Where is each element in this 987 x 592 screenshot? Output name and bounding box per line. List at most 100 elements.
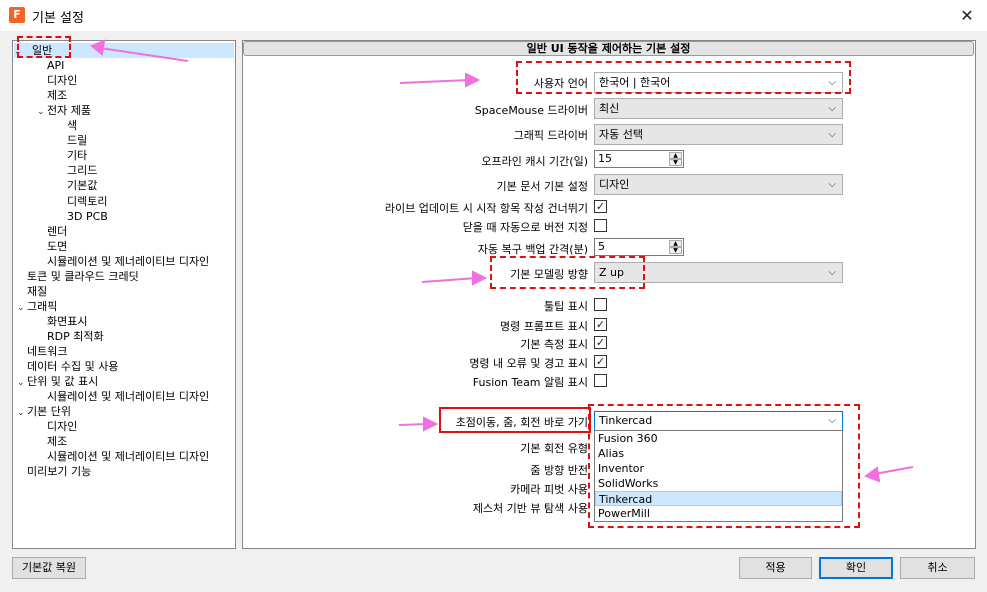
tree-item-label: 디자인 [47, 420, 78, 434]
tree-item-label: 디자인 [47, 74, 78, 88]
spin-down-icon[interactable]: ▼ [669, 247, 682, 254]
tree-item[interactable]: 3D PCB [57, 209, 108, 224]
tree-item[interactable]: 드릴 [57, 133, 87, 148]
tree-item[interactable]: 미리보기 기능 [17, 464, 91, 479]
tree-item[interactable]: ⌄ 전자 제품 [37, 103, 91, 118]
chevron-down-icon: ⌵ [828, 179, 836, 190]
ok-button[interactable]: 확인 [819, 557, 893, 579]
panel-header: 일반 UI 동작을 제어하는 기본 설정 [243, 41, 974, 56]
tree-item-label: 네트워크 [27, 345, 68, 358]
default-doc-dropdown[interactable]: 디자인 ⌵ [594, 174, 843, 195]
tree-item-label: 렌더 [47, 224, 68, 238]
measure-checkbox[interactable]: ✓ [594, 336, 607, 349]
spin-up-icon[interactable]: ▲ [669, 240, 682, 247]
tree-item[interactable]: 토큰 및 클라우드 크레딧 [17, 269, 139, 284]
tooltips-checkbox[interactable] [594, 298, 607, 311]
tree-item-label: 시뮬레이션 및 제너레이티브 디자인 [47, 450, 210, 464]
title-bar: F 기본 설정 ✕ [0, 0, 987, 31]
errors-checkbox[interactable]: ✓ [594, 355, 607, 368]
tree-item[interactable]: 렌더 [37, 224, 67, 239]
tree-item[interactable]: 색 [57, 118, 77, 133]
command-prompt-label: 명령 프롬프트 표시 [500, 320, 588, 333]
command-prompt-checkbox[interactable]: ✓ [594, 318, 607, 331]
tree-item-label: 전자 제품 [47, 104, 91, 118]
tree-item-label: 미리보기 기능 [27, 465, 92, 479]
annotation-box-language [516, 61, 851, 94]
close-icon[interactable]: ✕ [947, 0, 987, 31]
skip-live-update-label: 라이브 업데이트 시 시작 항목 작성 건너뛰기 [384, 202, 588, 215]
skip-live-update-checkbox[interactable]: ✓ [594, 200, 607, 213]
tree-item[interactable]: 데이터 수집 및 사용 [17, 359, 118, 374]
tree-item-label: API [47, 59, 65, 73]
tree-item[interactable]: 시뮬레이션 및 제너레이티브 디자인 [37, 389, 209, 404]
default-doc-label: 기본 문서 기본 설정 [496, 180, 588, 193]
spin-down-icon[interactable]: ▼ [669, 159, 682, 166]
tree-item-label: 제조 [47, 89, 68, 103]
apply-button[interactable]: 적용 [739, 557, 812, 579]
tree-item-label: 데이터 수집 및 사용 [27, 360, 119, 374]
tree-caret-icon[interactable]: ⌄ [37, 105, 47, 120]
tree-item[interactable]: 시뮬레이션 및 제너레이티브 디자인 [37, 449, 209, 464]
tree-item[interactable]: ⌄ 단위 및 값 표시 [17, 374, 98, 389]
offline-cache-value: 15 [598, 152, 612, 165]
tree-item[interactable]: 그리드 [57, 163, 97, 178]
autosave-stepper[interactable]: 5 ▲ ▼ [594, 238, 684, 256]
tree-item[interactable]: 디자인 [37, 419, 77, 434]
offline-cache-stepper[interactable]: 15 ▲ ▼ [594, 150, 684, 168]
tree-item[interactable]: 기타 [57, 148, 87, 163]
tree-item-label: 그래픽 [27, 299, 58, 313]
tree-item-label: 기타 [67, 149, 88, 163]
spin-up-icon[interactable]: ▲ [669, 152, 682, 159]
tree-item[interactable]: 시뮬레이션 및 제너레이티브 디자인 [37, 254, 209, 269]
fusion-app-icon: F [9, 7, 25, 23]
annotation-box-pan-zoom-dropdown [588, 404, 860, 528]
tree-item[interactable]: 제조 [37, 88, 67, 103]
tree-item[interactable]: ⌄ 그래픽 [17, 299, 57, 314]
tree-item-label: 제조 [47, 435, 68, 449]
tree-item-label: 드릴 [67, 134, 88, 148]
chevron-down-icon: ⌵ [828, 129, 836, 140]
tree-item[interactable]: 재질 [17, 284, 47, 299]
tree-item[interactable]: API [37, 58, 64, 73]
errors-label: 명령 내 오류 및 경고 표시 [469, 357, 588, 370]
graphics-driver-value: 자동 선택 [599, 128, 643, 141]
graphics-driver-dropdown[interactable]: 자동 선택 ⌵ [594, 124, 843, 145]
tree-item-label: 시뮬레이션 및 제너레이티브 디자인 [47, 390, 210, 404]
offline-cache-label: 오프라인 캐시 기간(일) [481, 155, 588, 168]
spacemouse-dropdown[interactable]: 최신 ⌵ [594, 98, 843, 119]
tree-item-label: RDP 최적화 [47, 329, 104, 343]
tree-item-label: 도면 [47, 239, 68, 253]
zoom-direction-label: 줌 방향 반전 [530, 464, 588, 477]
tree-item-label: 단위 및 값 표시 [27, 375, 99, 389]
tree-item-label: 3D PCB [67, 209, 108, 223]
restore-defaults-button[interactable]: 기본값 복원 [12, 557, 86, 579]
auto-version-checkbox[interactable] [594, 219, 607, 232]
tree-item[interactable]: ⌄ 기본 단위 [17, 404, 71, 419]
fusion-team-checkbox[interactable] [594, 374, 607, 387]
tree-caret-icon[interactable]: ⌄ [17, 376, 27, 391]
spacemouse-value: 최신 [599, 102, 620, 115]
tree-item[interactable]: RDP 최적화 [37, 329, 104, 344]
autosave-label: 자동 복구 백업 간격(분) [477, 243, 588, 256]
window-title: 기본 설정 [32, 11, 84, 26]
tree-item[interactable]: 도면 [37, 239, 67, 254]
tree-item-label: 토큰 및 클라우드 크레딧 [27, 269, 139, 283]
measure-label: 기본 측정 표시 [520, 338, 588, 351]
tree-item[interactable]: 디자인 [37, 73, 77, 88]
tree-item[interactable]: 화면표시 [37, 314, 87, 329]
tree-caret-icon[interactable]: ⌄ [17, 406, 27, 421]
camera-pivot-label: 카메라 피벗 사용 [510, 483, 588, 496]
tree-item[interactable]: 네트워크 [17, 344, 67, 359]
graphics-driver-label: 그래픽 드라이버 [513, 129, 588, 142]
category-tree[interactable]: ⌄ 일반 API 디자인 제조 ⌄ 전자 제품 색 드릴 기타 그리드 기본값 디렉토리 3D PCB 렌더… [12, 40, 236, 549]
tree-item[interactable]: 기본값 [57, 178, 97, 193]
tree-caret-icon[interactable]: ⌄ [17, 301, 27, 316]
tree-item[interactable]: 디렉토리 [57, 194, 107, 209]
tree-item[interactable]: 제조 [37, 434, 67, 449]
auto-version-label: 닫을 때 자동으로 버전 지정 [462, 221, 588, 234]
cancel-button[interactable]: 취소 [900, 557, 975, 579]
chevron-down-icon: ⌵ [828, 267, 836, 278]
tree-item-label: 기본값 [67, 179, 98, 193]
fusion-team-label: Fusion Team 알림 표시 [472, 376, 588, 389]
annotation-box-general [17, 36, 71, 58]
